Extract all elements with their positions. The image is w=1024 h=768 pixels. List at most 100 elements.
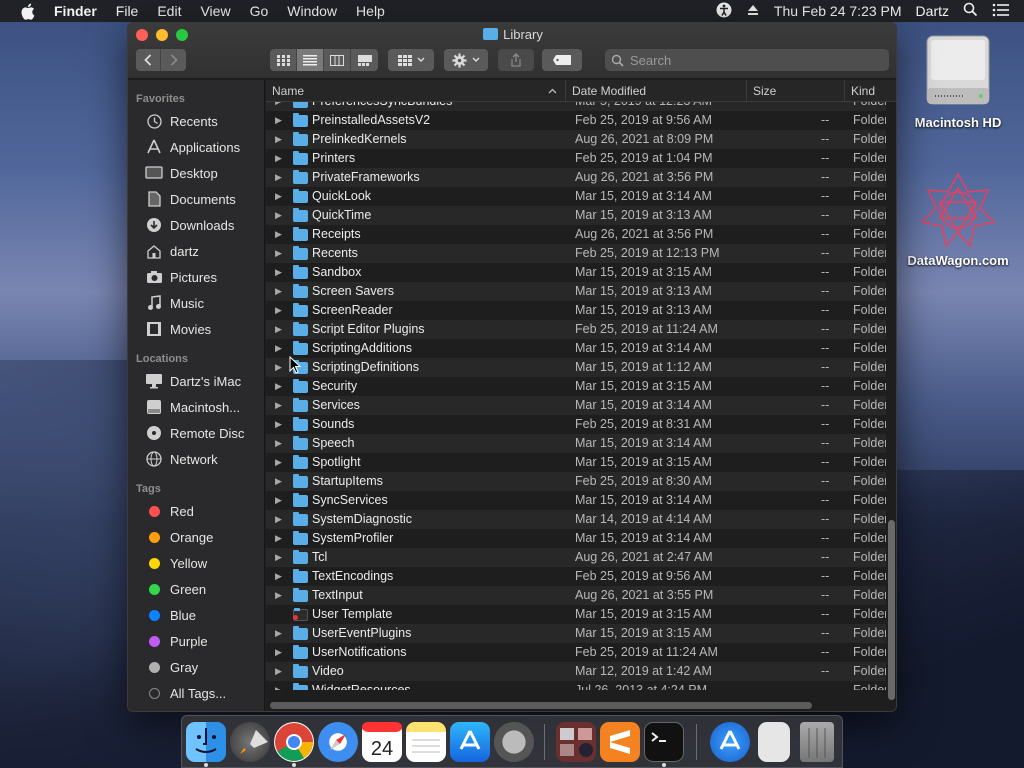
table-row[interactable]: User Template Mar 15, 2019 at 3:15 AM -- Fo… <box>266 605 886 624</box>
sidebar-item[interactable]: Green <box>128 576 264 602</box>
menu-edit[interactable]: Edit <box>157 3 181 19</box>
sidebar-item[interactable]: Dartz's iMac <box>128 368 264 394</box>
disclosure-triangle-icon[interactable]: ▶ <box>275 130 285 149</box>
disclosure-triangle-icon[interactable]: ▶ <box>275 586 285 605</box>
desktop-disk-icon[interactable]: Macintosh HD <box>903 32 1013 130</box>
tags-button[interactable] <box>542 49 582 71</box>
disclosure-triangle-icon[interactable]: ▶ <box>275 529 285 548</box>
sidebar-item[interactable]: Yellow <box>128 550 264 576</box>
column-header-kind-overlay[interactable]: Kind <box>845 80 896 102</box>
icon-view-button[interactable] <box>270 49 297 71</box>
accessibility-icon[interactable] <box>716 2 732 21</box>
dock-finder-icon[interactable] <box>186 722 226 762</box>
group-by-button[interactable] <box>388 49 434 71</box>
menu-help[interactable]: Help <box>356 3 385 19</box>
disclosure-triangle-icon[interactable]: ▶ <box>275 567 285 586</box>
table-row[interactable]: ▶ PreinstalledAssetsV2 Feb 25, 2019 at 9:5… <box>266 111 886 130</box>
table-row[interactable]: ▶ Spotlight Mar 15, 2019 at 3:15 AM -- Folde… <box>266 453 886 472</box>
table-row[interactable]: ▶ Security Mar 15, 2019 at 3:15 AM -- Folder <box>266 377 886 396</box>
dock-app-store-folder-icon[interactable] <box>710 722 750 762</box>
sidebar-item[interactable]: Orange <box>128 524 264 550</box>
dock-system-preferences-icon[interactable] <box>494 722 534 762</box>
apple-menu-icon[interactable] <box>20 2 38 20</box>
sidebar-item[interactable]: Blue <box>128 602 264 628</box>
disclosure-triangle-icon[interactable]: ▶ <box>275 681 285 690</box>
table-row[interactable]: ▶ QuickLook Mar 15, 2019 at 3:14 AM -- Folde… <box>266 187 886 206</box>
disclosure-triangle-icon[interactable]: ▶ <box>275 434 285 453</box>
disclosure-triangle-icon[interactable]: ▶ <box>275 168 285 187</box>
dock-document-icon[interactable] <box>758 722 790 762</box>
dock-app-store-icon[interactable] <box>450 722 490 762</box>
table-row[interactable]: ▶ ScriptingDefinitions Mar 15, 2019 at 1:1… <box>266 358 886 377</box>
disclosure-triangle-icon[interactable]: ▶ <box>275 548 285 567</box>
disclosure-triangle-icon[interactable]: ▶ <box>275 339 285 358</box>
table-row[interactable]: ▶ PrivateFrameworks Aug 26, 2021 at 3:56 P… <box>266 168 886 187</box>
table-row[interactable]: ▶ Tcl Aug 26, 2021 at 2:47 AM -- Folder <box>266 548 886 567</box>
disclosure-triangle-icon[interactable]: ▶ <box>275 624 285 643</box>
disclosure-triangle-icon[interactable]: ▶ <box>275 282 285 301</box>
table-row[interactable]: ▶ Printers Feb 25, 2019 at 1:04 PM -- Folder <box>266 149 886 168</box>
back-button[interactable] <box>136 49 161 71</box>
table-row[interactable]: ▶ TextEncodings Feb 25, 2019 at 9:56 AM -- F… <box>266 567 886 586</box>
disclosure-triangle-icon[interactable]: ▶ <box>275 225 285 244</box>
sidebar-item[interactable]: Macintosh... <box>128 394 264 420</box>
table-row[interactable]: ▶ WidgetResources Jul 26, 2013 at 4:24 PM -… <box>266 681 886 690</box>
menu-view[interactable]: View <box>200 3 230 19</box>
notification-center-icon[interactable] <box>992 3 1010 20</box>
column-view-button[interactable] <box>324 49 351 71</box>
table-row[interactable]: ▶ Script Editor Plugins Feb 25, 2019 at 11… <box>266 320 886 339</box>
dock-notes-icon[interactable] <box>406 722 446 762</box>
sidebar-item[interactable]: Recents <box>128 108 264 134</box>
sidebar-item[interactable]: Remote Disc <box>128 420 264 446</box>
disclosure-triangle-icon[interactable]: ▶ <box>275 453 285 472</box>
sidebar-item[interactable]: Gray <box>128 654 264 680</box>
disclosure-triangle-icon[interactable]: ▶ <box>275 491 285 510</box>
sidebar-item[interactable]: Downloads <box>128 212 264 238</box>
dock-launchpad-icon[interactable] <box>230 722 270 762</box>
search-input[interactable] <box>630 52 880 68</box>
dock-safari-icon[interactable] <box>318 722 358 762</box>
table-row[interactable]: ▶ Sandbox Mar 15, 2019 at 3:15 AM -- Folder <box>266 263 886 282</box>
spotlight-search-icon[interactable] <box>963 2 978 20</box>
gallery-view-button[interactable] <box>351 49 378 71</box>
sidebar-item[interactable]: dartz <box>128 238 264 264</box>
menu-file[interactable]: File <box>116 3 139 19</box>
table-row[interactable]: ▶ Video Mar 12, 2019 at 1:42 AM -- Folder <box>266 662 886 681</box>
column-header-date-overlay[interactable]: Date Modified <box>566 80 747 102</box>
disclosure-triangle-icon[interactable]: ▶ <box>275 263 285 282</box>
disclosure-triangle-icon[interactable]: ▶ <box>275 320 285 339</box>
menu-app-finder[interactable]: Finder <box>54 3 97 19</box>
disclosure-triangle-icon[interactable]: ▶ <box>275 472 285 491</box>
column-header-name-overlay[interactable]: Name <box>266 80 566 102</box>
table-row[interactable]: ▶ SystemDiagnostic Mar 14, 2019 at 4:14 AM… <box>266 510 886 529</box>
forward-button[interactable] <box>161 49 186 71</box>
sidebar-item[interactable]: All Tags... <box>128 680 264 706</box>
table-row[interactable]: ▶ Services Mar 15, 2019 at 3:14 AM -- Folder <box>266 396 886 415</box>
action-button[interactable] <box>444 49 488 71</box>
table-row[interactable]: ▶ SystemProfiler Mar 15, 2019 at 3:14 AM --… <box>266 529 886 548</box>
table-row[interactable]: ▶ ScreenReader Mar 15, 2019 at 3:13 AM -- Fo… <box>266 301 886 320</box>
disclosure-triangle-icon[interactable]: ▶ <box>275 510 285 529</box>
dock-photo-app-icon[interactable] <box>556 722 596 762</box>
table-row[interactable]: ▶ ScriptingAdditions Mar 15, 2019 at 3:14 … <box>266 339 886 358</box>
table-row[interactable]: ▶ Sounds Feb 25, 2019 at 8:31 AM -- Folder <box>266 415 886 434</box>
dock-trash-icon[interactable] <box>800 722 834 762</box>
sidebar-item[interactable]: Pictures <box>128 264 264 290</box>
disclosure-triangle-icon[interactable]: ▶ <box>275 377 285 396</box>
dock-chrome-icon[interactable] <box>274 722 314 762</box>
horizontal-scrollbar[interactable] <box>270 702 812 709</box>
share-button[interactable] <box>498 49 534 71</box>
desktop-shortcut-icon[interactable]: DataWagon.com <box>903 170 1013 268</box>
disclosure-triangle-icon[interactable]: ▶ <box>275 244 285 263</box>
dock-calendar-icon[interactable]: 24 <box>362 722 402 762</box>
dock-sublime-icon[interactable] <box>600 722 640 762</box>
table-row[interactable]: ▶ Receipts Aug 26, 2021 at 3:56 PM -- Folder <box>266 225 886 244</box>
table-row[interactable]: ▶ SyncServices Mar 15, 2019 at 3:14 AM -- Fo… <box>266 491 886 510</box>
table-row[interactable]: ▶ StartupItems Feb 25, 2019 at 8:30 AM -- Fo… <box>266 472 886 491</box>
menu-go[interactable]: Go <box>250 3 269 19</box>
sidebar-item[interactable]: Documents <box>128 186 264 212</box>
table-row[interactable]: ▶ UserEventPlugins Mar 15, 2019 at 3:15 AM… <box>266 624 886 643</box>
table-row[interactable]: ▶ Recents Feb 25, 2019 at 12:13 PM -- Folder <box>266 244 886 263</box>
disclosure-triangle-icon[interactable]: ▶ <box>275 415 285 434</box>
search-field[interactable] <box>605 49 889 71</box>
